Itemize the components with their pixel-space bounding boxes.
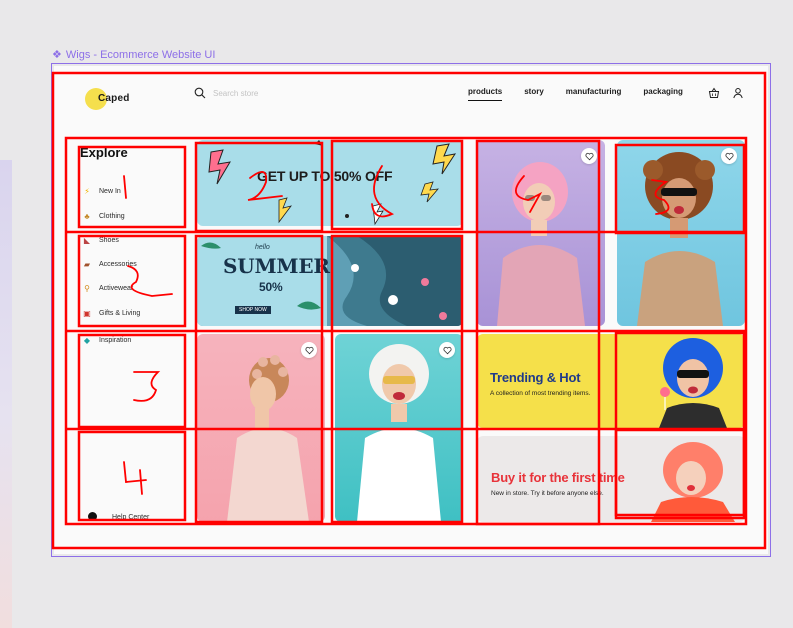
sidebar-item-gifts[interactable]: ▣ Gifts & Living [82,309,140,318]
product-card-curly-wig[interactable] [617,140,745,326]
trending-banner[interactable]: Trending & Hot A collection of most tren… [477,334,745,428]
nav-story[interactable]: story [524,87,544,101]
heart-icon [724,152,734,160]
heart-icon [442,346,452,354]
logo-text: Caped [98,93,130,104]
summer-script: hello [255,244,270,251]
summer-percent: 50% [259,280,283,294]
sidebar-item-label: Shoes [99,237,119,244]
favorite-button[interactable] [439,342,455,358]
sidebar-item-activewear[interactable]: ⚲ Activewear [82,284,133,293]
dress-icon: ♣ [84,212,90,221]
nav-manufacturing[interactable]: manufacturing [566,87,622,101]
shop-now-tag[interactable]: SHOP NOW [235,306,271,314]
shoe-icon: ◣ [83,236,91,245]
model-photo-white-wig [357,344,441,522]
left-edge-gradient [0,160,12,628]
logo[interactable]: Caped [85,88,145,110]
diamond-icon: ◆ [83,336,91,345]
summer-title: SUMMER [223,254,330,278]
gift-icon: ▣ [83,309,91,318]
sale-banner-title: GET UP TO 50% OFF [257,168,393,184]
header-icons [708,87,744,99]
sidebar-item-label: Activewear [99,285,134,292]
component-diamond-icon: ❖ [52,49,62,61]
bag-icon: ▰ [83,260,91,269]
sidebar-item-new-in[interactable]: ⚡ New In [82,187,121,196]
sidebar-item-label: Inspiration [99,337,132,344]
nav-products[interactable]: products [468,87,503,101]
sidebar-item-label: Accessories [99,261,137,268]
help-center-link[interactable]: Help Center [112,514,149,521]
product-card-curlers[interactable] [197,334,325,522]
lightning-icon: ⚡ [84,187,90,196]
help-icon[interactable] [88,512,97,521]
favorite-button[interactable] [581,148,597,164]
nav-packaging[interactable]: packaging [643,87,683,101]
first-time-subtitle: New in store. Try it before anyone else. [491,490,604,497]
summer-banner[interactable]: hello SUMMER 50% SHOP NOW [197,236,463,326]
first-time-title: Buy it for the first time [491,470,625,485]
ecommerce-page: Caped products story manufacturing packa… [54,66,768,554]
trending-subtitle: A collection of most trending items. [490,390,591,397]
product-card-pink-wig[interactable] [477,140,605,326]
sidebar-item-label: New In [99,188,121,195]
favorite-button[interactable] [721,148,737,164]
sidebar-item-label: Clothing [99,213,125,220]
frame-label-text: Wigs - Ecommerce Website UI [65,48,216,61]
favorite-button[interactable] [301,342,317,358]
model-photo-curlers [227,355,309,522]
product-card-white-wig[interactable] [335,334,463,522]
first-time-banner[interactable]: Buy it for the first time New in store. … [477,436,745,522]
explore-title: Explore [80,145,128,160]
heart-icon [304,346,314,354]
main-nav: products story manufacturing packaging [468,87,683,101]
model-photo-pink-wig [497,162,585,326]
sidebar-item-inspiration[interactable]: ◆ Inspiration [82,336,131,345]
heart-icon [584,152,594,160]
runner-icon: ⚲ [84,284,90,293]
basket-icon[interactable] [708,87,720,99]
model-photo-curly-wig [637,152,723,326]
sidebar-item-clothing[interactable]: ♣ Clothing [82,212,125,221]
trending-title: Trending & Hot [490,370,581,385]
sidebar-item-label: Gifts & Living [99,310,141,317]
user-icon[interactable] [732,87,744,99]
search-bar[interactable] [194,87,333,99]
search-input[interactable] [213,88,333,98]
sale-banner[interactable]: GET UP TO 50% OFF [197,140,463,226]
frame-label[interactable]: ❖ Wigs - Ecommerce Website UI [52,48,216,62]
search-icon [194,87,206,99]
sidebar-item-accessories[interactable]: ▰ Accessories [82,260,137,269]
sidebar-item-shoes[interactable]: ◣ Shoes [82,236,119,245]
